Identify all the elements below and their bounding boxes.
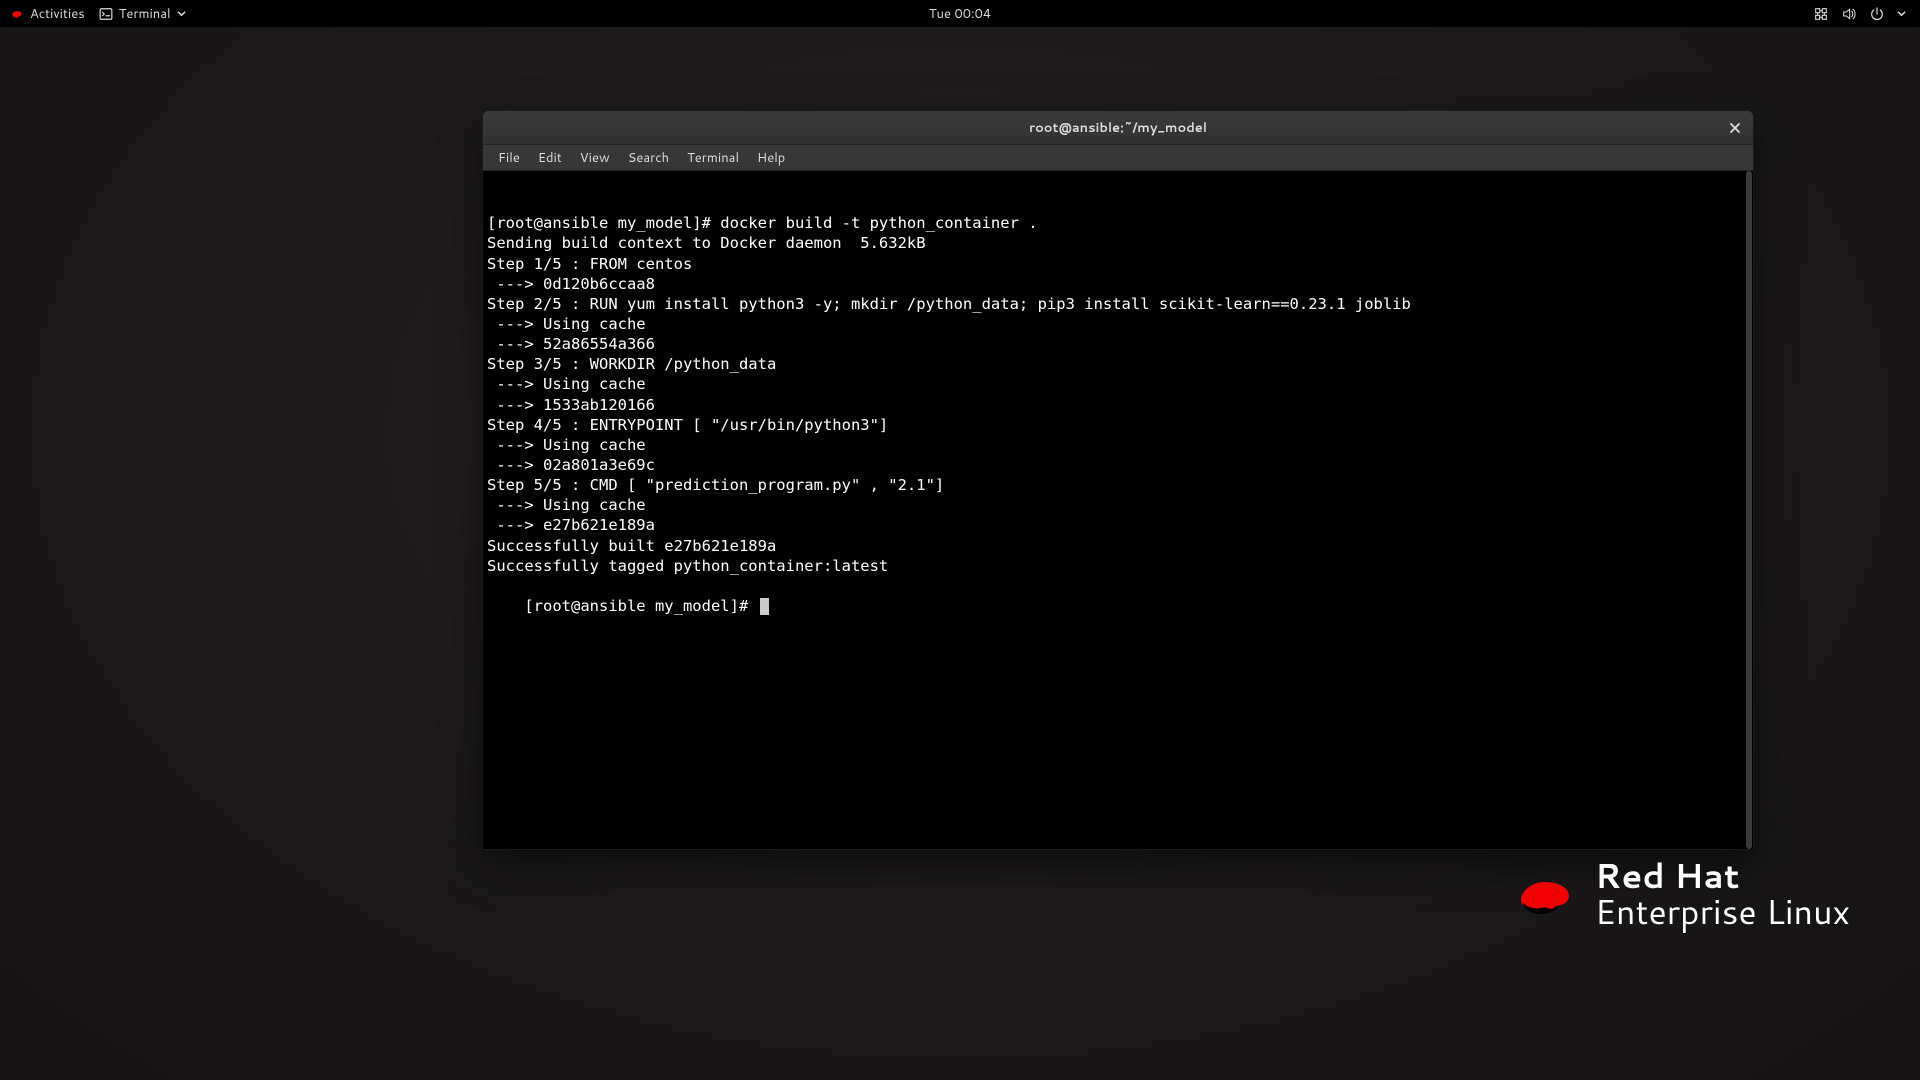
terminal-output-line: Step 4/5 : ENTRYPOINT [ "/usr/bin/python… xyxy=(487,415,1749,435)
menu-view[interactable]: View xyxy=(571,146,619,170)
terminal-prompt: [root@ansible my_model]# xyxy=(524,597,757,615)
terminal-output-line: Step 1/5 : FROM centos xyxy=(487,254,1749,274)
window-close-button[interactable] xyxy=(1725,118,1745,138)
menu-help[interactable]: Help xyxy=(748,146,794,170)
clock[interactable]: Tue 00:04 xyxy=(929,5,991,23)
menu-file[interactable]: File xyxy=(489,146,529,170)
active-app-indicator[interactable]: Terminal xyxy=(99,5,186,23)
terminal-output-line: Successfully built e27b621e189a xyxy=(487,536,1749,556)
branding-line2: Enterprise Linux xyxy=(1595,894,1850,930)
terminal-output-line: ---> 02a801a3e69c xyxy=(487,455,1749,475)
chevron-down-icon xyxy=(1897,9,1906,18)
terminal-app-icon xyxy=(99,7,113,21)
terminal-output-line: ---> Using cache xyxy=(487,435,1749,455)
terminal-output-line: Sending build context to Docker daemon 5… xyxy=(487,233,1749,253)
menu-terminal[interactable]: Terminal xyxy=(678,146,748,170)
system-tray[interactable] xyxy=(1813,6,1920,22)
chevron-down-icon xyxy=(177,9,186,18)
redhat-hat-icon xyxy=(1513,870,1577,918)
terminal-output-line: Step 2/5 : RUN yum install python3 -y; m… xyxy=(487,294,1749,314)
terminal-body[interactable]: [root@ansible my_model]# docker build -t… xyxy=(483,171,1753,849)
menu-search[interactable]: Search xyxy=(619,146,678,170)
activities-button[interactable]: Activities xyxy=(10,5,85,23)
menu-edit[interactable]: Edit xyxy=(529,146,571,170)
terminal-output-line: [root@ansible my_model]# docker build -t… xyxy=(487,213,1749,233)
terminal-output-line: ---> 52a86554a366 xyxy=(487,334,1749,354)
gnome-topbar: Activities Terminal Tue 00:04 xyxy=(0,0,1920,27)
close-icon xyxy=(1729,122,1741,134)
terminal-output-line: ---> Using cache xyxy=(487,374,1749,394)
terminal-output-line: ---> Using cache xyxy=(487,314,1749,334)
terminal-cursor xyxy=(760,598,769,615)
terminal-menubar: File Edit View Search Terminal Help xyxy=(483,145,1753,171)
activities-label: Activities xyxy=(30,5,85,23)
volume-icon xyxy=(1841,6,1857,22)
network-icon xyxy=(1813,6,1829,22)
terminal-window: root@ansible:~/my_model File Edit View S… xyxy=(482,110,1754,850)
active-app-name: Terminal xyxy=(119,5,171,23)
rhel-branding: Red Hat Enterprise Linux xyxy=(1513,858,1850,930)
terminal-output-line: ---> Using cache xyxy=(487,495,1749,515)
window-title: root@ansible:~/my_model xyxy=(1029,119,1207,137)
terminal-output-line: ---> 0d120b6ccaa8 xyxy=(487,274,1749,294)
window-titlebar[interactable]: root@ansible:~/my_model xyxy=(483,111,1753,145)
terminal-output-line: ---> e27b621e189a xyxy=(487,515,1749,535)
terminal-output-line: Step 5/5 : CMD [ "prediction_program.py"… xyxy=(487,475,1749,495)
power-icon xyxy=(1869,6,1885,22)
redhat-logo-icon xyxy=(10,7,24,21)
scrollbar-thumb[interactable] xyxy=(1746,171,1752,849)
terminal-output-line: ---> 1533ab120166 xyxy=(487,395,1749,415)
terminal-output-line: Successfully tagged python_container:lat… xyxy=(487,556,1749,576)
terminal-scrollbar[interactable] xyxy=(1745,171,1753,849)
terminal-output-line: Step 3/5 : WORKDIR /python_data xyxy=(487,354,1749,374)
